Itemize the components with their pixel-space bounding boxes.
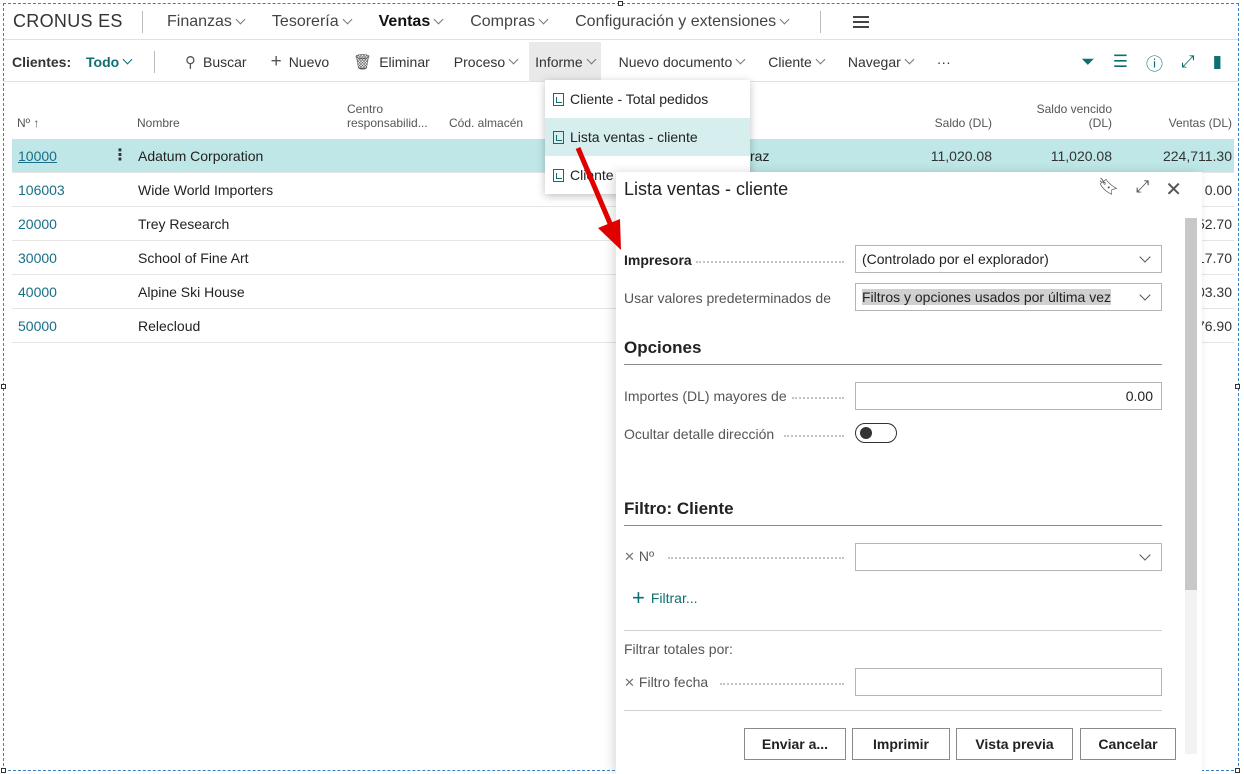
arrow-shaft [575, 147, 615, 229]
arrow-head [598, 219, 621, 250]
annotation-arrow [575, 147, 621, 250]
